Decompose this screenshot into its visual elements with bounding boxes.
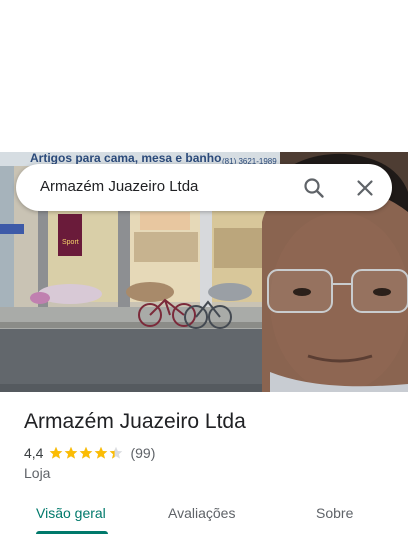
rating-row[interactable]: 4,4 (99) bbox=[24, 444, 155, 462]
rating-stars bbox=[49, 446, 124, 460]
search-bar[interactable]: Armazém Juazeiro Ltda bbox=[16, 164, 392, 211]
tab-overview[interactable]: Visão geral bbox=[36, 505, 106, 521]
shirt-text: Sport bbox=[62, 239, 79, 246]
star-icon bbox=[95, 446, 108, 459]
search-input[interactable]: Armazém Juazeiro Ltda bbox=[40, 178, 198, 195]
star-icon bbox=[65, 446, 78, 459]
star-icon bbox=[80, 446, 93, 459]
tab-about[interactable]: Sobre bbox=[316, 505, 353, 521]
rating-value: 4,4 bbox=[24, 445, 44, 461]
review-count[interactable]: (99) bbox=[130, 445, 155, 461]
tab-reviews[interactable]: Avaliações bbox=[168, 505, 235, 521]
star-icon bbox=[50, 446, 63, 459]
star-icon bbox=[110, 446, 123, 459]
place-title: Armazém Juazeiro Ltda bbox=[24, 410, 246, 433]
active-tab-indicator bbox=[36, 531, 108, 534]
close-icon[interactable] bbox=[353, 176, 377, 200]
search-icon[interactable] bbox=[302, 176, 326, 200]
tab-bar: Visão geral Avaliações Sobre bbox=[0, 494, 408, 544]
place-category[interactable]: Loja bbox=[24, 465, 50, 481]
